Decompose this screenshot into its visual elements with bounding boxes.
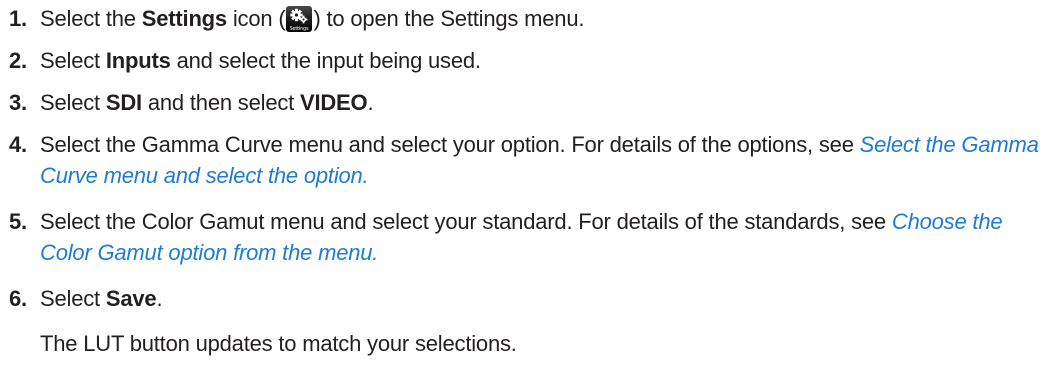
inputs-term: Inputs <box>105 48 171 73</box>
step-text-part: Select <box>40 286 106 311</box>
settings-icon-label: Settings <box>290 26 310 32</box>
step-number: 1. <box>9 6 27 31</box>
step-number: 3. <box>9 90 27 115</box>
step-text-part: . <box>156 286 163 311</box>
video-term: VIDEO <box>299 90 368 115</box>
step-text: Select the Color Gamut menu and select y… <box>40 206 1053 268</box>
step-number: 5. <box>9 209 27 234</box>
step-text: Select the Settings icon (Settings) to… <box>40 3 1053 34</box>
save-term: Save <box>105 286 157 311</box>
step-3: 3. Select SDI and then select VIDEO. <box>9 87 1053 118</box>
step-text-part: Select <box>40 48 106 73</box>
step-5: 5. Select the Color Gamut menu and selec… <box>9 206 1053 268</box>
step-text-part: Select the <box>40 6 142 31</box>
step-text: Select the Gamma Curve menu and select y… <box>40 129 1053 191</box>
step-text-part: and select the input being used. <box>170 48 481 73</box>
settings-gear-icon: Settings <box>286 6 313 32</box>
step-2: 2. Select Inputs and select the input be… <box>9 45 1053 76</box>
step-text-part: . <box>367 90 374 115</box>
step-6: 6. Select Save. <box>9 283 1053 314</box>
sdi-term: SDI <box>105 90 142 115</box>
step-result-text: The LUT button updates to match your sel… <box>40 331 517 356</box>
step-4: 4. Select the Gamma Curve menu and selec… <box>9 129 1053 191</box>
settings-term: Settings <box>141 6 227 31</box>
step-number: 2. <box>9 48 27 73</box>
step-text: Select Inputs and select the input being… <box>40 45 1053 76</box>
step-number: 4. <box>9 132 27 157</box>
step-text-part: Select the Gamma Curve menu and select y… <box>40 132 860 157</box>
step-1: 1. Select the Settings icon (Settings)… <box>9 3 1053 34</box>
step-text-part: and then select <box>141 90 300 115</box>
step-text-part: Select <box>40 90 106 115</box>
step-number: 6. <box>9 286 27 311</box>
step-text: Select SDI and then select VIDEO. <box>40 87 1053 118</box>
step-text-part: Select the Color Gamut menu and select y… <box>40 209 892 234</box>
instruction-steps: 1. Select the Settings icon (Settings)… <box>9 0 1053 359</box>
step-text: Select Save. <box>40 283 1053 314</box>
step-text-part: ) to open the Settings menu. <box>313 6 585 31</box>
step-text-part: icon ( <box>226 6 286 31</box>
